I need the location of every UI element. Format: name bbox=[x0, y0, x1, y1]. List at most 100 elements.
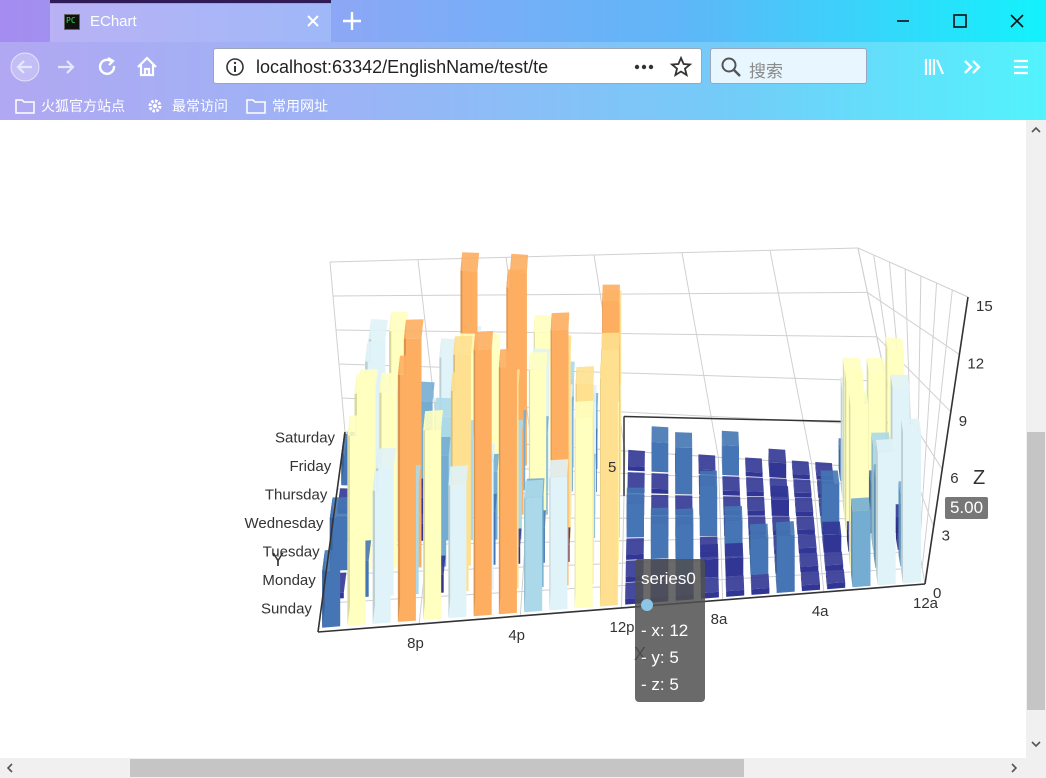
bar-top-face bbox=[448, 465, 468, 486]
z-tick-label: 9 bbox=[959, 413, 967, 430]
bar-front-face bbox=[745, 471, 763, 477]
bar-top-face bbox=[453, 335, 473, 355]
bar-top-face bbox=[329, 497, 350, 518]
bar-front-face bbox=[823, 534, 842, 553]
maximize-icon[interactable] bbox=[950, 11, 970, 31]
bar-top-face bbox=[354, 373, 375, 394]
x-tick-label: 8a bbox=[711, 611, 728, 628]
bar-side-face bbox=[372, 471, 375, 624]
bar-side-face bbox=[423, 411, 426, 620]
url-text[interactable]: localhost:63342/EnglishName/test/temp bbox=[256, 57, 548, 78]
bar-front-face bbox=[628, 466, 645, 472]
bookmark-firefox-site[interactable]: 火狐官方站点 bbox=[15, 96, 135, 116]
bar-front-face bbox=[776, 534, 795, 593]
reload-icon[interactable] bbox=[92, 52, 122, 82]
bookmark-label: 火狐官方站点 bbox=[41, 98, 125, 114]
info-icon[interactable] bbox=[225, 57, 245, 77]
tooltip-y: - y: 5 bbox=[641, 648, 679, 667]
url-bar[interactable]: localhost:63342/EnglishName/test/temp bbox=[213, 48, 702, 84]
y-tick-label: Thursday bbox=[265, 486, 328, 503]
vertical-scroll-thumb[interactable] bbox=[1027, 432, 1045, 710]
bar-front-face bbox=[877, 451, 896, 586]
bar-side-face bbox=[876, 440, 878, 586]
bar-top-face bbox=[799, 552, 819, 567]
z-tick-label: 15 bbox=[976, 298, 993, 315]
bar-top-face bbox=[651, 473, 669, 490]
scroll-right-icon[interactable] bbox=[1008, 761, 1020, 775]
bar-front-face bbox=[347, 434, 366, 626]
bar3d-chart[interactable]: 12a4a8a12p4p8pSundayMondayTuesdayWednesd… bbox=[0, 120, 1026, 758]
bar-side-face bbox=[549, 460, 551, 611]
bar-side-face bbox=[448, 466, 451, 619]
bar-top-face bbox=[528, 352, 548, 370]
grid-line bbox=[867, 291, 960, 355]
bar-top-face bbox=[794, 497, 814, 512]
new-tab-icon[interactable] bbox=[340, 9, 364, 33]
bar-top-face bbox=[600, 361, 619, 379]
menu-icon[interactable] bbox=[1006, 52, 1036, 82]
bar-top-face bbox=[876, 438, 896, 453]
bar-top-face bbox=[524, 479, 544, 499]
bar-top-face bbox=[699, 470, 718, 486]
bookmark-common-sites[interactable]: 常用网址 bbox=[246, 96, 336, 116]
home-icon[interactable] bbox=[132, 52, 162, 82]
bar-top-face bbox=[626, 487, 645, 504]
bar-top-face bbox=[775, 521, 795, 536]
page-actions-icon[interactable] bbox=[632, 57, 656, 77]
bar-top-face bbox=[675, 495, 693, 511]
library-icon[interactable] bbox=[920, 52, 950, 82]
bar-top-face bbox=[498, 348, 519, 368]
bar-top-face bbox=[675, 432, 693, 448]
bookmark-most-visited[interactable]: 最常访问 bbox=[146, 96, 236, 116]
bar-side-face bbox=[844, 369, 847, 534]
bar-top-face bbox=[745, 457, 763, 473]
gear-icon bbox=[148, 99, 162, 113]
bar-top-face bbox=[791, 460, 810, 475]
forward-icon[interactable] bbox=[52, 52, 82, 82]
bar-top-face bbox=[800, 570, 820, 586]
bar-top-face bbox=[322, 549, 343, 571]
close-tab-icon[interactable] bbox=[303, 11, 323, 31]
bar-side-face bbox=[574, 401, 576, 609]
scroll-left-icon[interactable] bbox=[4, 761, 16, 775]
search-box[interactable]: 搜索 bbox=[710, 48, 867, 84]
bar-top-face bbox=[721, 430, 739, 447]
tooltip-marker bbox=[641, 599, 653, 611]
bar-top-face bbox=[820, 470, 840, 484]
bar-top-face bbox=[450, 371, 471, 391]
bar-top-face bbox=[550, 312, 570, 331]
folder-icon bbox=[15, 99, 35, 114]
search-placeholder: 搜索 bbox=[749, 62, 783, 81]
back-icon[interactable] bbox=[10, 52, 40, 82]
bar-top-face bbox=[533, 314, 552, 334]
bar-top-face bbox=[423, 410, 443, 431]
bar-side-face bbox=[842, 357, 845, 517]
bar-top-face bbox=[403, 319, 424, 340]
scroll-down-icon[interactable] bbox=[1029, 738, 1043, 750]
bar-top-face bbox=[851, 497, 871, 512]
close-window-icon[interactable] bbox=[1007, 11, 1027, 31]
overflow-chevrons-icon[interactable] bbox=[958, 52, 988, 82]
bar-top-face bbox=[473, 330, 494, 351]
z-tick-label: 0 bbox=[933, 585, 941, 602]
bookmark-star-icon[interactable] bbox=[669, 55, 693, 79]
scroll-up-icon[interactable] bbox=[1029, 124, 1043, 136]
bar-top-face bbox=[549, 459, 569, 478]
bar-top-face bbox=[824, 551, 844, 566]
tab-indicator bbox=[50, 0, 331, 3]
bar-front-face bbox=[771, 499, 789, 516]
bar-front-face bbox=[852, 509, 871, 588]
bar-side-face bbox=[473, 332, 476, 617]
bar-front-face bbox=[799, 547, 817, 554]
bar-top-face bbox=[747, 496, 765, 511]
bar-front-face bbox=[746, 491, 764, 497]
bar-side-face bbox=[901, 419, 903, 584]
minimize-icon[interactable] bbox=[893, 11, 913, 31]
horizontal-scroll-thumb[interactable] bbox=[130, 759, 744, 777]
bar-top-face bbox=[822, 521, 842, 535]
bar-top-face bbox=[650, 507, 669, 524]
grid-line bbox=[681, 252, 719, 458]
bar-front-face bbox=[473, 348, 492, 617]
bar-top-face bbox=[602, 284, 620, 302]
bar-front-face bbox=[722, 445, 739, 476]
